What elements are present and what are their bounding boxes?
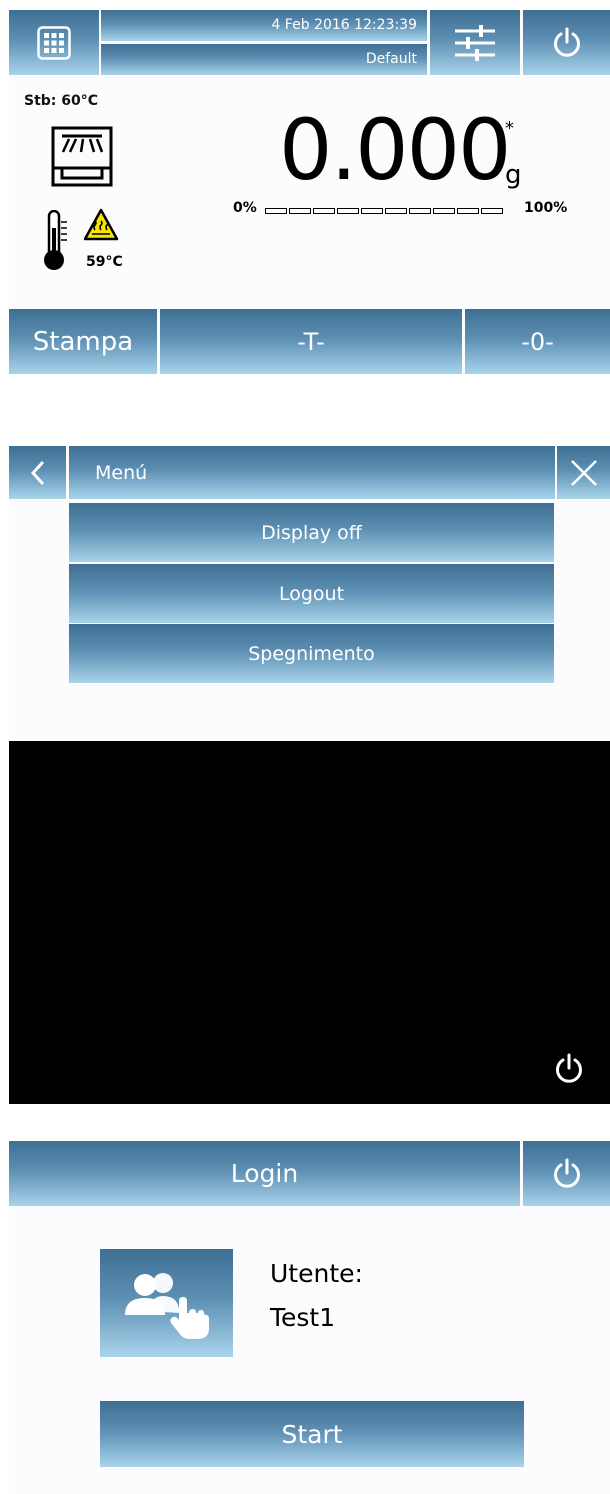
capacity-segment <box>361 208 383 214</box>
capacity-segment <box>289 208 311 214</box>
user-name: Test1 <box>270 1303 336 1332</box>
menu-item-logout[interactable]: Logout <box>69 564 554 623</box>
capacity-segment <box>385 208 407 214</box>
capacity-max-label: 100% <box>524 200 568 216</box>
tare-button-label: -T- <box>297 327 325 356</box>
menu-title: Menú <box>69 446 555 499</box>
stable-indicator: * <box>505 118 514 139</box>
drying-chamber-icon <box>51 126 113 187</box>
power-button[interactable] <box>523 1141 610 1206</box>
temperature-value: 59°C <box>86 254 123 270</box>
power-icon <box>556 1053 582 1083</box>
menu-item-shutdown[interactable]: Spegnimento <box>69 624 554 683</box>
profile-display: Default <box>101 44 427 75</box>
capacity-segment <box>337 208 359 214</box>
user-select-button[interactable] <box>100 1249 233 1357</box>
user-label: Utente: <box>270 1259 363 1288</box>
print-button-label: Stampa <box>32 326 134 357</box>
start-button-label: Start <box>281 1419 343 1449</box>
tare-button[interactable]: -T- <box>160 309 462 374</box>
capacity-segment <box>457 208 479 214</box>
close-button[interactable] <box>557 446 610 499</box>
stability-label: Stb: 60°C <box>24 93 99 109</box>
menu-item-label: Logout <box>278 582 345 605</box>
power-icon <box>553 1158 580 1188</box>
menu-item-label: Spegnimento <box>248 642 375 665</box>
menu-item-label: Display off <box>261 521 362 544</box>
login-title-text: Login <box>230 1159 299 1188</box>
power-button[interactable] <box>523 10 610 75</box>
login-screen: Login Utente: Test1 Start <box>9 1141 610 1494</box>
capacity-segment <box>481 208 503 214</box>
weight-unit: g <box>505 160 522 190</box>
print-button[interactable]: Stampa <box>9 309 157 374</box>
login-title: Login <box>9 1141 520 1206</box>
display-off-screen[interactable] <box>9 741 610 1104</box>
settings-sliders-icon <box>455 24 495 61</box>
back-button[interactable] <box>9 446 66 499</box>
back-chevron-icon <box>30 460 44 485</box>
capacity-bar <box>265 208 503 214</box>
capacity-segment <box>265 208 287 214</box>
capacity-segment <box>433 208 455 214</box>
settings-button[interactable] <box>430 10 520 75</box>
start-button[interactable]: Start <box>100 1401 524 1467</box>
weight-display: 0.000 <box>279 101 511 199</box>
capacity-segment <box>409 208 431 214</box>
grid-menu-icon <box>37 25 71 60</box>
close-icon <box>570 459 597 486</box>
capacity-min-label: 0% <box>233 200 257 216</box>
zero-button-label: -0- <box>521 327 554 356</box>
menu-screen: Menú Display off Logout Spegnimento <box>9 446 610 740</box>
hot-surface-warning-icon <box>83 208 119 241</box>
weighing-screen: 4 Feb 2016 12:23:39 Default Stb: 60°C 59… <box>9 10 610 374</box>
wake-power-button[interactable] <box>545 1045 593 1093</box>
user-select-icon <box>124 1273 209 1339</box>
menu-item-display-off[interactable]: Display off <box>69 503 554 562</box>
capacity-segment <box>313 208 335 214</box>
menu-title-text: Menú <box>95 461 148 484</box>
thermometer-icon <box>44 210 67 270</box>
datetime-display: 4 Feb 2016 12:23:39 <box>101 10 427 41</box>
power-icon <box>553 27 580 57</box>
zero-button[interactable]: -0- <box>465 309 610 374</box>
grid-menu-button[interactable] <box>9 10 99 75</box>
